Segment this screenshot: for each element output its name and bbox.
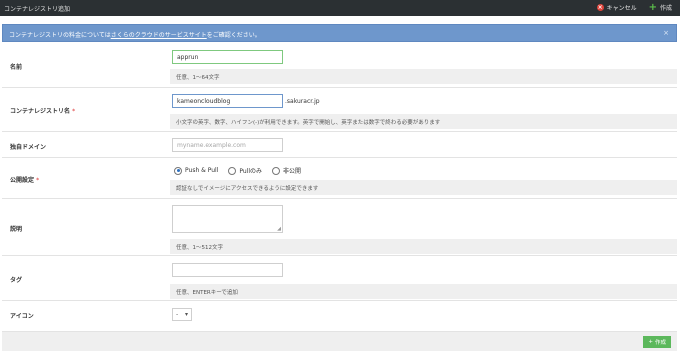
chevron-down-icon: ▾: [184, 311, 188, 318]
visibility-radio-group: Push & Pull Pullのみ 非公開: [174, 166, 301, 175]
info-prefix: コンテナレジストリの料金については: [9, 32, 111, 39]
radio-private[interactable]: 非公開: [272, 166, 301, 175]
info-banner: コンテナレジストリの料金についてはさくらのクラウドのサービスサイトをご確認くださ…: [2, 24, 677, 42]
service-site-link[interactable]: さくらのクラウドのサービスサイト: [111, 32, 207, 39]
cancel-button[interactable]: × キャンセル: [596, 3, 637, 12]
tags-label: タグ: [10, 277, 23, 284]
registry-name-row: コンテナレジストリ名 * kameoncloudblog .sakuracr.j…: [2, 88, 677, 132]
close-icon[interactable]: ×: [663, 29, 669, 37]
resize-grip-icon[interactable]: ◢: [277, 226, 281, 232]
tags-row: タグ 任意、ENTERキーで追加: [2, 256, 677, 301]
registry-name-label: コンテナレジストリ名 *: [10, 108, 76, 115]
registry-name-input[interactable]: kameoncloudblog: [172, 94, 283, 108]
icon-label: アイコン: [10, 313, 34, 320]
radio-pull-only-dot[interactable]: [228, 166, 237, 175]
info-suffix: をご確認ください。: [206, 32, 261, 39]
create-button-label: 作成: [654, 340, 666, 346]
cancel-label: キャンセル: [606, 5, 637, 12]
icon-select[interactable]: - ▾: [172, 308, 192, 321]
custom-domain-label: 独自ドメイン: [10, 144, 47, 151]
visibility-row: 公開設定 * Push & Pull Pullのみ 非公開 認証なしでイメージに…: [2, 158, 677, 199]
description-label: 説明: [10, 226, 23, 233]
custom-domain-row: 独自ドメイン myname.example.com: [2, 132, 677, 158]
description-help: 任意、1〜512文字: [170, 239, 677, 254]
create-header-button[interactable]: + 作成: [648, 1, 672, 13]
icon-row: アイコン - ▾: [2, 301, 677, 331]
radio-push-pull-dot[interactable]: [174, 166, 182, 175]
cancel-icon: ×: [596, 4, 604, 11]
radio-private-dot[interactable]: [272, 166, 281, 175]
title-actions: × キャンセル + 作成: [596, 1, 672, 13]
plus-icon: +: [648, 339, 653, 345]
registry-name-help: 小文字の英字、数字、ハイフン(-)が利用できます。英字で開始し、英字または数字で…: [170, 114, 677, 129]
plus-icon: +: [648, 1, 657, 13]
footer-bar: + 作成: [2, 331, 677, 351]
name-input[interactable]: apprun: [172, 50, 283, 64]
title-bar: コンテナレジストリ追加 × キャンセル + 作成: [0, 0, 680, 16]
info-message: コンテナレジストリの料金についてはさくらのクラウドのサービスサイトをご確認くださ…: [9, 30, 261, 39]
tags-input[interactable]: [172, 263, 283, 277]
description-textarea[interactable]: ◢: [172, 205, 283, 233]
icon-select-value: -: [176, 311, 179, 318]
tags-help: 任意、ENTERキーで追加: [170, 284, 677, 299]
radio-pull-only[interactable]: Pullのみ: [228, 166, 262, 175]
create-header-label: 作成: [659, 5, 672, 12]
custom-domain-input[interactable]: myname.example.com: [172, 138, 283, 152]
registry-domain-suffix: .sakuracr.jp: [285, 98, 320, 105]
create-button[interactable]: + 作成: [643, 336, 671, 348]
radio-push-pull[interactable]: Push & Pull: [174, 166, 218, 175]
window-title: コンテナレジストリ追加: [4, 6, 71, 13]
visibility-label: 公開設定 *: [10, 177, 40, 184]
description-row: 説明 ◢ 任意、1〜512文字: [2, 199, 677, 256]
name-label: 名前: [10, 64, 23, 71]
name-row: 名前 apprun 任意、1〜64文字: [2, 45, 677, 88]
visibility-help: 認証なしでイメージにアクセスできるように設定できます: [170, 180, 677, 195]
name-help: 任意、1〜64文字: [170, 69, 677, 84]
